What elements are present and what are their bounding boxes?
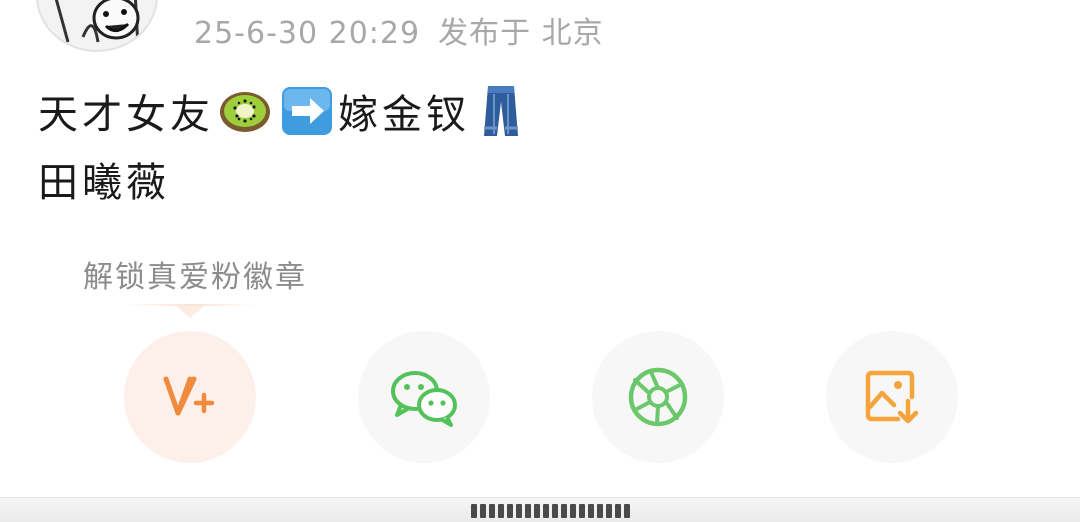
- tooltip-pointer: [176, 306, 204, 318]
- moments-icon: [628, 367, 688, 427]
- post-text-segment: 天才女友: [38, 92, 214, 138]
- wechat-share-button[interactable]: [358, 331, 490, 463]
- home-indicator-icon: [471, 504, 630, 518]
- vplus-icon: [163, 376, 215, 416]
- post-text-segment: 嫁金钗: [338, 92, 470, 138]
- jeans-emoji: [474, 84, 528, 138]
- save-image-button[interactable]: [826, 331, 958, 463]
- bottom-bar: [0, 497, 1080, 522]
- weibo-post-detail: 25-6-30 20:29 发布于 北京 天才女友 嫁金钗 田曦薇 解锁真爱粉徽…: [0, 0, 1080, 522]
- post-meta: 25-6-30 20:29 发布于 北京: [194, 8, 604, 52]
- avatar[interactable]: [36, 0, 158, 52]
- post-location: 发布于 北京: [438, 16, 604, 51]
- kiwi-emoji: [218, 84, 272, 138]
- vplus-button[interactable]: [124, 331, 256, 463]
- post-timestamp: 25-6-30 20:29: [194, 16, 421, 51]
- cartoon-face-icon: [54, 0, 140, 48]
- save-image-icon: [865, 370, 919, 424]
- post-text-line-1: 天才女友 嫁金钗: [38, 82, 532, 140]
- post-text-line-2: 田曦薇: [38, 160, 170, 206]
- unlock-fan-badge-hint[interactable]: 解锁真爱粉徽章: [83, 252, 307, 296]
- wechat-icon: [391, 371, 457, 427]
- moments-share-button[interactable]: [592, 331, 724, 463]
- right-arrow-emoji: [280, 84, 334, 138]
